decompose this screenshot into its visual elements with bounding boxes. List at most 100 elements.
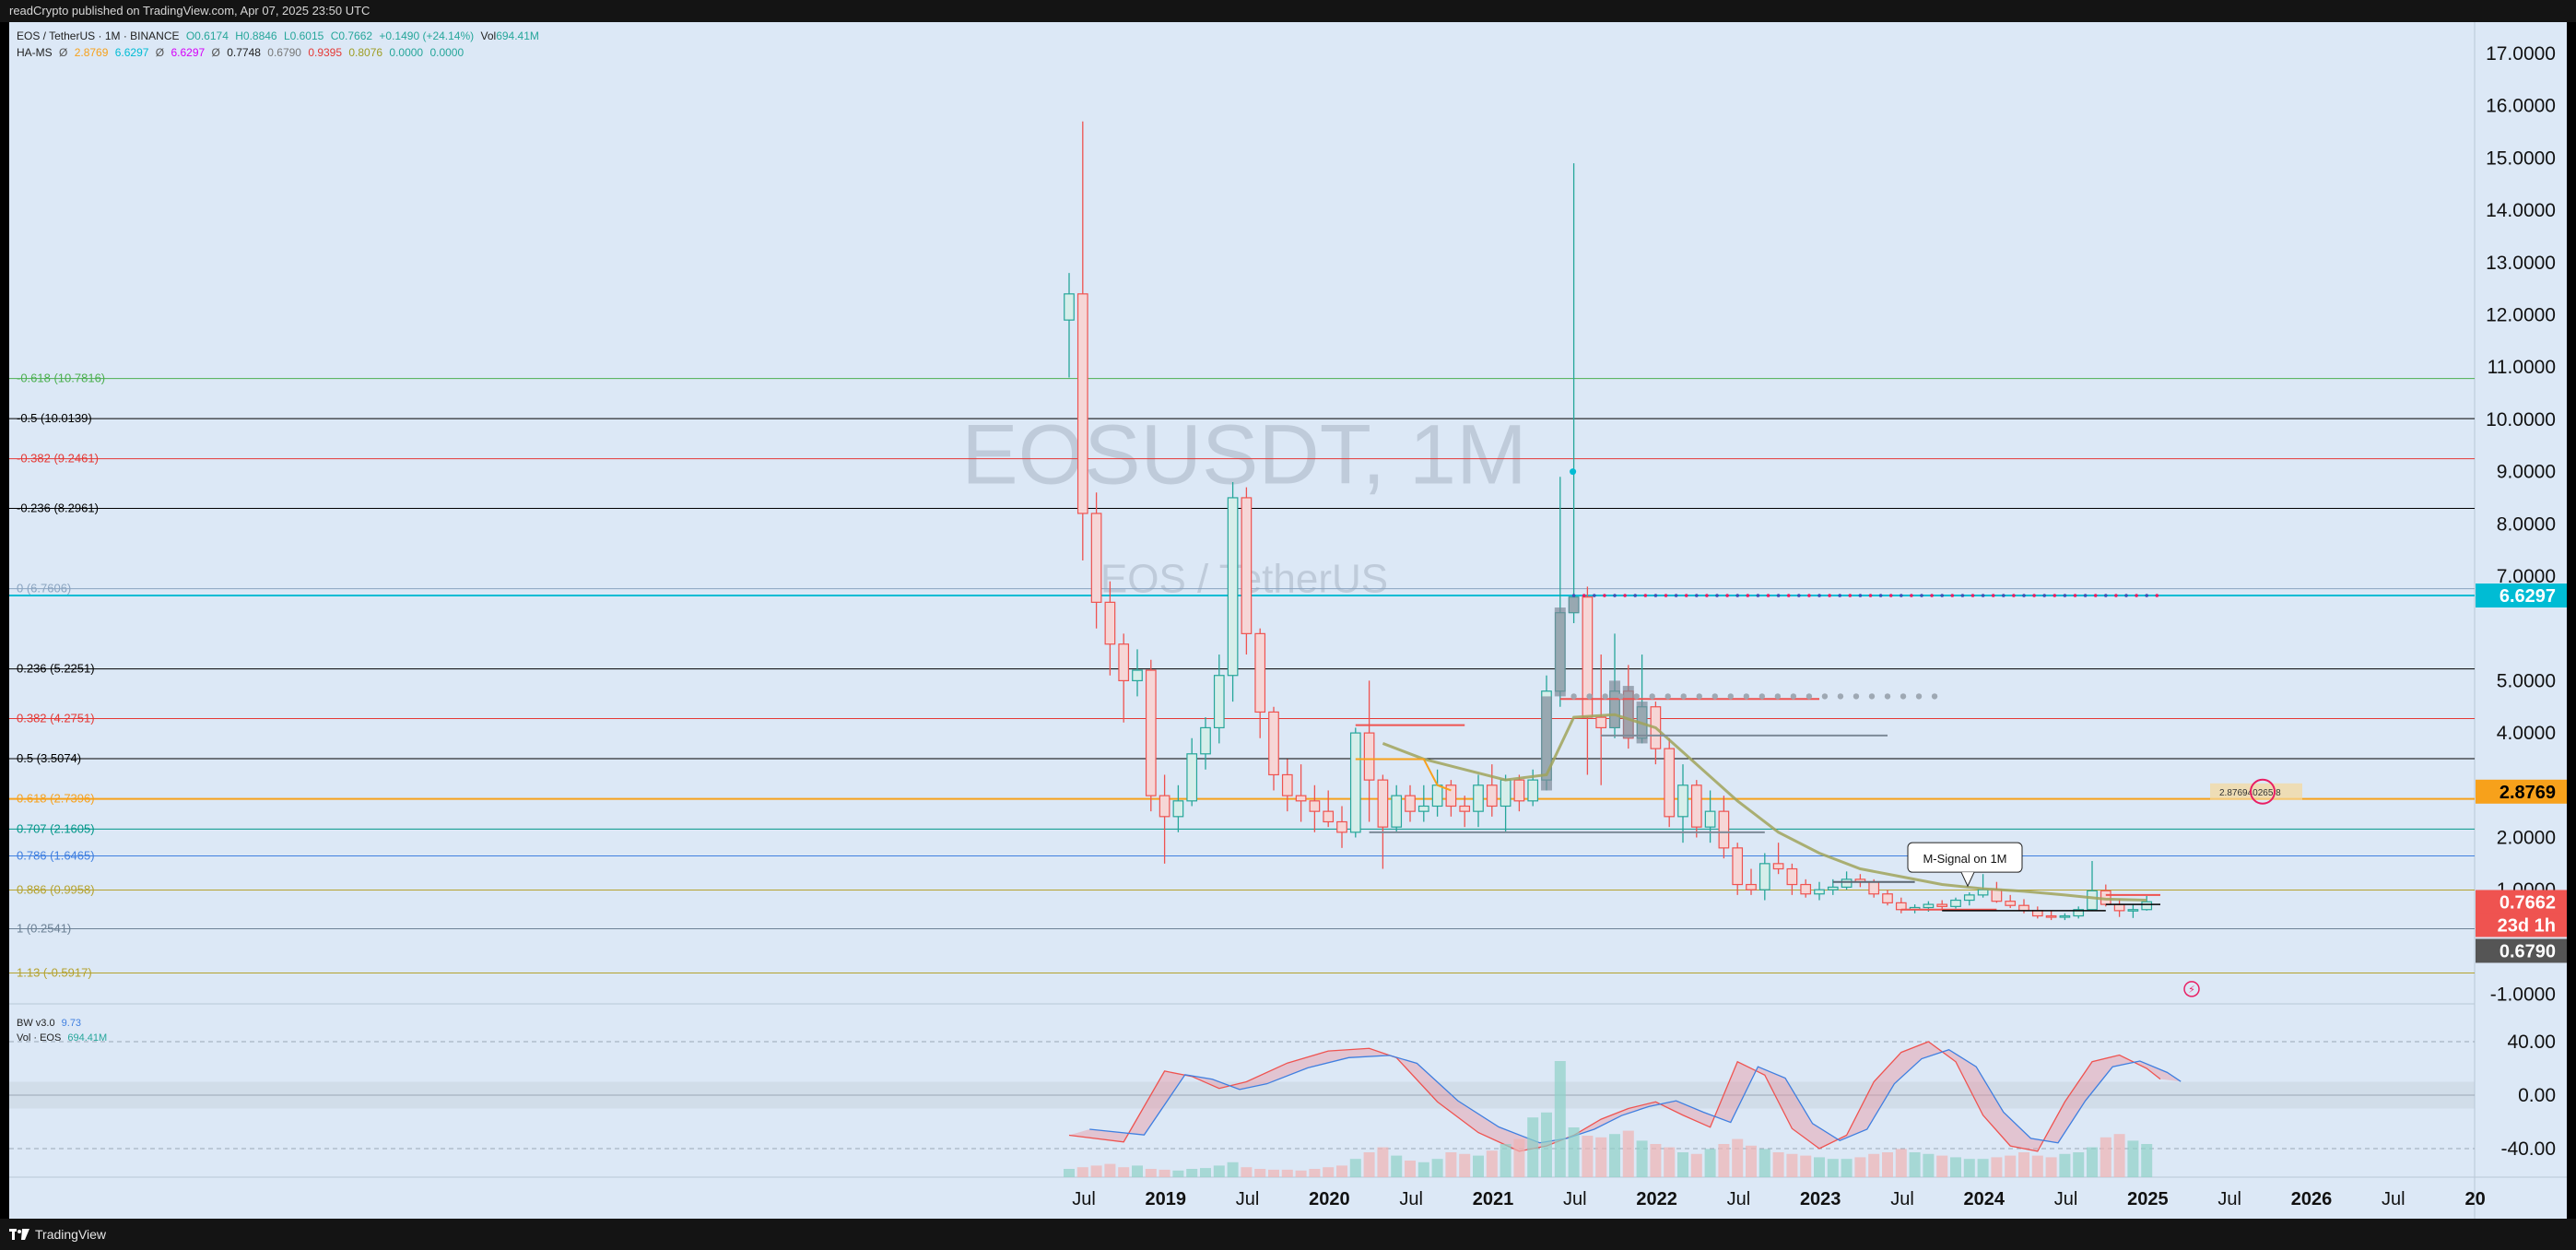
volume-bar <box>2045 1157 2057 1177</box>
fib-level-label: 0 (6.7606) <box>17 582 71 596</box>
volume-bar <box>2113 1134 2125 1177</box>
volume-bar <box>1609 1134 1620 1177</box>
time-tick-label: Jul <box>1236 1189 1260 1209</box>
time-tick-label: 20 <box>2464 1189 2485 1209</box>
dotted-level-point <box>1586 693 1593 700</box>
watermark-title: EOSUSDT, 1M <box>961 408 1526 502</box>
vol-name: Vol · EOS <box>17 1032 62 1044</box>
price-badge-label: 0.7662 <box>2500 892 2556 913</box>
candle-body <box>2045 914 2057 918</box>
candle-body <box>1268 711 1279 776</box>
candle-body <box>1991 889 2003 902</box>
volume-bar <box>1622 1130 1634 1177</box>
upper-dotted-point <box>2083 594 2088 597</box>
volume-bar <box>1704 1149 1716 1177</box>
volume-bar <box>1854 1157 1866 1177</box>
upper-dotted-point <box>2032 594 2036 597</box>
time-tick-label: Jul <box>1072 1189 1096 1209</box>
candle-body <box>1800 883 1812 895</box>
candle-body <box>1732 847 1744 886</box>
upper-dotted-point <box>1858 594 1863 597</box>
volume-value: 694.41M <box>496 29 539 42</box>
price-badge-label: 23d 1h <box>2498 915 2556 936</box>
volume-bar <box>1895 1149 1907 1177</box>
price-tick-label: 12.0000 <box>2486 305 2556 326</box>
time-tick-label: 2025 <box>2127 1189 2169 1209</box>
upper-dotted-point <box>2104 594 2108 597</box>
upper-dotted-point <box>1593 594 1596 597</box>
vol-legend: Vol · EOS 694.41M <box>17 1032 111 1044</box>
price-tick-label: 16.0000 <box>2486 96 2556 117</box>
dotted-level-point <box>1853 693 1860 700</box>
upper-dotted-point <box>1623 594 1627 597</box>
upper-dotted-point <box>1633 594 1637 597</box>
price-tick-label: 13.0000 <box>2486 253 2556 274</box>
fib-level-label: -0.236 (8.2961) <box>17 501 99 515</box>
ha-value-6: 0.7748 <box>227 46 261 59</box>
volume-bar <box>2031 1155 2043 1177</box>
ha-value-1: 2.8769 <box>74 46 109 59</box>
upper-dotted-point <box>2145 594 2148 597</box>
volume-bar <box>1064 1169 1075 1177</box>
candle-body <box>1759 863 1770 890</box>
candle-body <box>1076 293 1088 514</box>
volume-bar <box>1568 1127 1580 1177</box>
upper-dotted-point <box>1766 594 1770 597</box>
candle-body <box>1090 513 1102 603</box>
volume-bar <box>1473 1155 1484 1177</box>
publish-info-bar: readCrypto published on TradingView.com,… <box>0 0 2576 22</box>
volume-bar <box>2127 1140 2139 1177</box>
candle-body <box>1963 894 1975 902</box>
candle-body <box>1895 902 1907 911</box>
upper-dotted-point <box>2114 594 2118 597</box>
volume-bar <box>1405 1161 1416 1177</box>
chart-canvas[interactable]: EOSUSDT, 1MEOS / TetherUS-0.618 (10.7816… <box>9 22 2567 1219</box>
upper-dotted-point <box>2012 594 2016 597</box>
upper-dotted-point <box>1695 594 1699 597</box>
candle-body <box>1746 883 1757 890</box>
volume-bar <box>1323 1167 1335 1177</box>
price-tick-label: 4.0000 <box>2497 723 2556 744</box>
candle-body <box>1664 748 1676 818</box>
upper-dotted-point <box>2155 594 2159 597</box>
tradingview-logo[interactable]: TradingView <box>9 1219 106 1250</box>
dotted-level-point <box>1868 693 1876 700</box>
volume-bar <box>1772 1152 1784 1177</box>
candle-body <box>1486 784 1498 808</box>
volume-bar <box>1213 1165 1225 1177</box>
volume-bar <box>1732 1138 1744 1177</box>
volume-bar <box>1349 1159 1361 1177</box>
upper-dotted-point <box>1735 594 1739 597</box>
dotted-level-point <box>1790 693 1797 700</box>
time-tick-label: Jul <box>2217 1189 2241 1209</box>
volume-bar <box>1868 1153 1880 1177</box>
upper-dotted-point <box>1756 594 1760 597</box>
volume-bar <box>1268 1169 1279 1177</box>
footer-bar: TradingView <box>0 1219 2576 1250</box>
volume-bar <box>2005 1155 2017 1177</box>
volume-bar <box>1677 1152 1688 1177</box>
ha-value-8: 0.9395 <box>308 46 343 59</box>
candle-body <box>1064 293 1075 321</box>
volume-bar <box>1118 1167 1130 1177</box>
candle-body <box>1950 899 1961 907</box>
upper-dotted-point <box>1828 594 1831 597</box>
fib-level-label: 0.382 (4.2751) <box>17 712 95 725</box>
candle-body <box>1690 784 1702 828</box>
tradingview-brand: TradingView <box>35 1227 107 1242</box>
price-tick-label: 8.0000 <box>2497 513 2556 535</box>
time-tick-label: Jul <box>1727 1189 1751 1209</box>
volume-bar <box>1363 1152 1375 1177</box>
dotted-level-point <box>1743 693 1750 700</box>
upper-dotted-point <box>2002 594 2006 597</box>
candle-body <box>2113 903 2125 912</box>
volume-bar <box>1650 1144 1662 1177</box>
indicator-name: HA-MS <box>17 46 53 59</box>
volume-bar <box>1882 1152 1893 1177</box>
ha-candle <box>1609 680 1620 728</box>
upper-dotted-point <box>1970 594 1975 597</box>
chart-area[interactable]: EOSUSDT, 1M EOS / TetherUS -0.618 (10.7816… <box>9 22 2567 1219</box>
fib-level-label: 0.707 (2.1605) <box>17 821 95 835</box>
volume-bar <box>1486 1150 1498 1177</box>
upper-dotted-point <box>1838 594 1841 597</box>
